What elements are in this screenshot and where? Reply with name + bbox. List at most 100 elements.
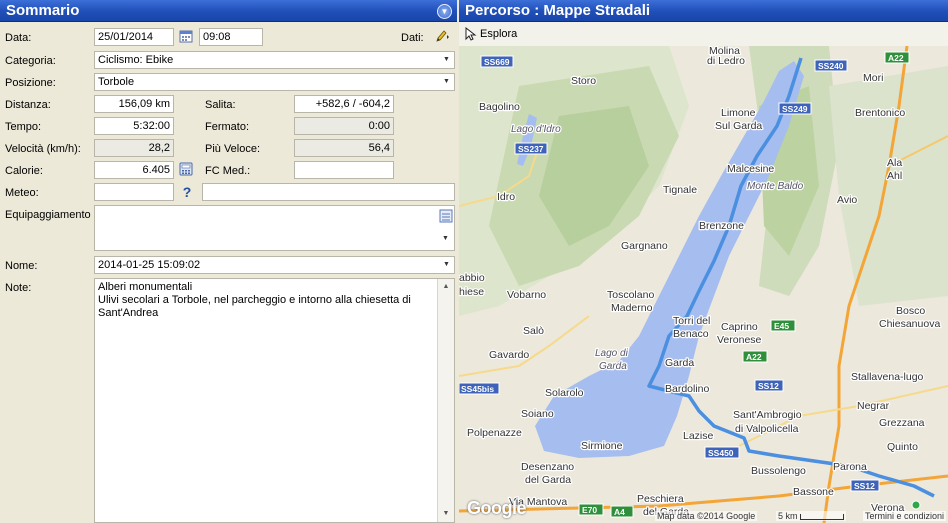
svg-text:E70: E70 xyxy=(582,505,597,515)
road-map[interactable]: SS669 SS240 A22 SS237 SS249 E45 A22 SS12… xyxy=(459,46,948,523)
notes-line: Alberi monumentali xyxy=(98,281,193,293)
svg-text:Stallavena-lugo: Stallavena-lugo xyxy=(851,371,924,383)
svg-text:Maderno: Maderno xyxy=(611,302,653,314)
svg-text:Desenzano: Desenzano xyxy=(521,461,574,473)
route-panel: Percorso : Mappe Stradali Esplora SS669 … xyxy=(459,0,948,523)
svg-text:Grezzana: Grezzana xyxy=(879,417,925,429)
max-speed-value: 56,4 xyxy=(294,139,394,157)
collapse-chevron-icon[interactable]: ▼ xyxy=(437,4,452,19)
category-label: Categoria: xyxy=(5,55,56,67)
svg-text:di Ledro: di Ledro xyxy=(707,55,745,67)
calculator-icon[interactable] xyxy=(178,162,194,178)
dati-label: Dati: xyxy=(401,32,424,44)
svg-text:Brentonico: Brentonico xyxy=(855,107,905,119)
calories-input[interactable]: 6.405 xyxy=(94,161,174,179)
svg-text:Sant'Ambrogio: Sant'Ambrogio xyxy=(733,409,802,421)
svg-text:SS12: SS12 xyxy=(758,381,779,391)
svg-text:Bussolengo: Bussolengo xyxy=(751,465,806,477)
max-speed-label: Più Veloce: xyxy=(205,143,261,155)
equipment-list[interactable]: ▼ xyxy=(94,205,455,251)
svg-text:Idro: Idro xyxy=(497,191,515,203)
ascent-input[interactable]: +582,6 / -604,2 xyxy=(294,95,394,113)
date-input[interactable]: 25/01/2014 xyxy=(94,28,174,46)
svg-text:SS669: SS669 xyxy=(484,57,510,67)
name-select[interactable]: 2014-01-25 15:09:02 ▼ xyxy=(94,256,455,274)
map-toolbar: Esplora xyxy=(459,22,948,46)
svg-text:Polpenazze: Polpenazze xyxy=(467,427,522,439)
calendar-icon[interactable] xyxy=(178,29,194,45)
svg-text:SS12: SS12 xyxy=(854,481,875,491)
notes-line: Sant'Andrea xyxy=(98,307,159,319)
position-select[interactable]: Torbole ▼ xyxy=(94,73,455,91)
svg-text:Bosco: Bosco xyxy=(896,305,925,317)
position-label: Posizione: xyxy=(5,77,56,89)
chevron-down-icon[interactable]: ▼ xyxy=(439,257,454,273)
summary-title: Sommario xyxy=(6,2,80,19)
svg-text:Vobarno: Vobarno xyxy=(507,289,546,301)
svg-text:Soiano: Soiano xyxy=(521,408,554,420)
category-select[interactable]: Ciclismo: Ebike ▼ xyxy=(94,51,455,69)
svg-text:di Valpolicella: di Valpolicella xyxy=(735,423,799,435)
weather-notes-input[interactable] xyxy=(202,183,455,201)
svg-text:Avio: Avio xyxy=(837,194,857,206)
pencil-icon[interactable] xyxy=(434,29,450,45)
scroll-down-icon[interactable]: ▼ xyxy=(438,506,454,522)
svg-text:Gargnano: Gargnano xyxy=(621,240,668,252)
time-label: Tempo: xyxy=(5,121,42,133)
time-input[interactable]: 09:08 xyxy=(199,28,263,46)
scroll-up-icon[interactable]: ▲ xyxy=(438,279,454,295)
svg-text:Parona: Parona xyxy=(833,461,867,473)
svg-text:A22: A22 xyxy=(888,53,904,63)
duration-input[interactable]: 5:32:00 xyxy=(94,117,174,135)
svg-text:Storo: Storo xyxy=(571,75,596,87)
route-title: Percorso : Mappe Stradali xyxy=(465,2,651,19)
svg-text:Malcesine: Malcesine xyxy=(727,163,774,175)
svg-text:hiese: hiese xyxy=(459,286,484,298)
terms-link[interactable]: Termini e condizioni xyxy=(862,511,946,521)
name-label: Nome: xyxy=(5,260,38,272)
cursor-icon[interactable] xyxy=(465,26,477,44)
svg-text:Garda: Garda xyxy=(665,357,694,369)
notes-line: Ulivi secolari a Torbole, nel parcheggio… xyxy=(98,294,411,306)
explore-button[interactable]: Esplora xyxy=(480,28,517,40)
calories-label: Calorie: xyxy=(5,165,43,177)
svg-text:Mori: Mori xyxy=(863,72,883,84)
date-label: Data: xyxy=(5,32,32,44)
chevron-down-icon[interactable]: ▼ xyxy=(439,74,454,90)
svg-text:Lazise: Lazise xyxy=(683,430,714,442)
svg-text:Bardolino: Bardolino xyxy=(665,383,710,395)
svg-text:Lago di: Lago di xyxy=(595,348,629,359)
summary-panel: Sommario ▼ Data: 25/01/2014 09:08 Dati: … xyxy=(0,0,457,523)
svg-text:Solarolo: Solarolo xyxy=(545,387,584,399)
notes-textarea[interactable]: Alberi monumentali Ulivi secolari a Torb… xyxy=(94,278,455,523)
chevron-down-icon[interactable]: ▼ xyxy=(437,228,454,250)
svg-text:SS45bis: SS45bis xyxy=(461,384,494,394)
svg-text:Peschiera: Peschiera xyxy=(637,493,684,505)
svg-text:Ala: Ala xyxy=(887,157,902,169)
distance-input[interactable]: 156,09 km xyxy=(94,95,174,113)
stopped-value: 0:00 xyxy=(294,117,394,135)
svg-text:SS249: SS249 xyxy=(782,104,808,114)
svg-text:SS450: SS450 xyxy=(708,448,734,458)
svg-text:Salò: Salò xyxy=(523,325,544,337)
weather-input[interactable] xyxy=(94,183,174,201)
svg-text:Benaco: Benaco xyxy=(673,328,709,340)
svg-text:Limone: Limone xyxy=(721,107,756,119)
svg-text:Sirmione: Sirmione xyxy=(581,440,623,452)
svg-text:Gavardo: Gavardo xyxy=(489,349,529,361)
svg-text:Bassone: Bassone xyxy=(793,486,834,498)
chevron-down-icon[interactable]: ▼ xyxy=(439,52,454,68)
svg-text:Veronese: Veronese xyxy=(717,334,762,346)
help-icon[interactable]: ? xyxy=(179,184,195,200)
weather-label: Meteo: xyxy=(5,187,39,199)
list-icon[interactable] xyxy=(437,206,454,226)
distance-label: Distanza: xyxy=(5,99,51,111)
svg-text:Quinto: Quinto xyxy=(887,441,918,453)
avg-hr-label: FC Med.: xyxy=(205,165,251,177)
svg-text:SS240: SS240 xyxy=(818,61,844,71)
svg-text:Toscolano: Toscolano xyxy=(607,289,654,301)
notes-scrollbar[interactable]: ▲ ▼ xyxy=(437,279,454,522)
avg-hr-input[interactable] xyxy=(294,161,394,179)
svg-text:Torri del: Torri del xyxy=(673,315,710,327)
svg-text:abbio: abbio xyxy=(459,272,485,284)
